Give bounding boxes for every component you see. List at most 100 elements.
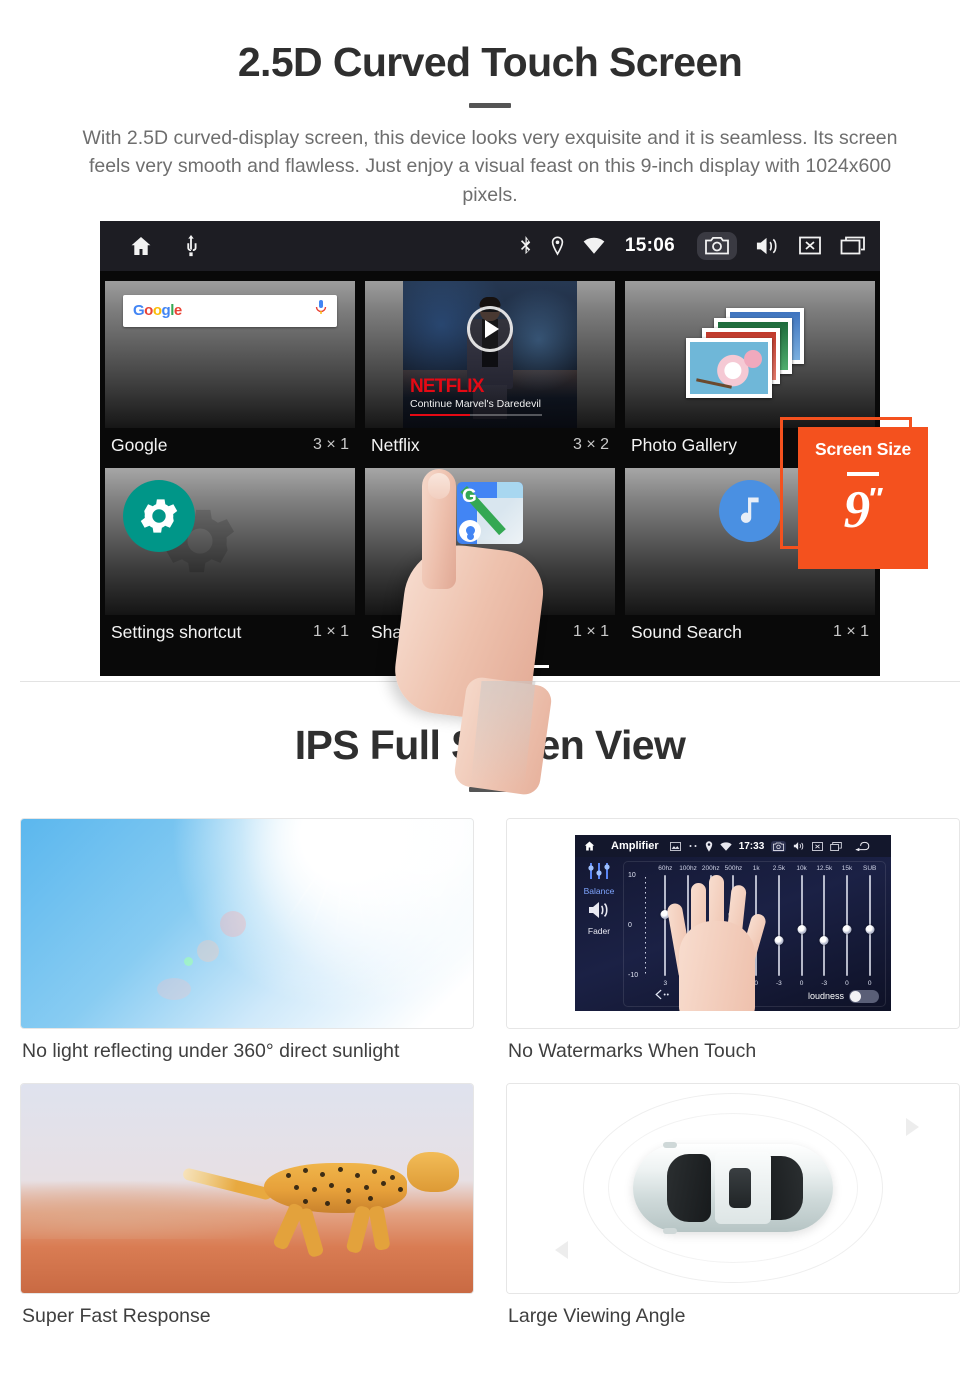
sliders-icon[interactable] — [575, 862, 623, 885]
scale-bottom: -10 — [628, 972, 639, 980]
widget-size: 1 × 1 — [832, 623, 869, 641]
google-search-box[interactable]: Google — [123, 294, 337, 327]
photo-gallery-widget[interactable] — [625, 280, 875, 428]
section-divider — [20, 680, 960, 682]
amplifier-equalizer-screenshot: Amplifier 17:33 Balance Fader 60hz 100hz… — [506, 817, 960, 1029]
car-top-view-illustration — [506, 1082, 960, 1294]
band-value: 0 — [867, 980, 872, 988]
scale-top: 10 — [628, 872, 636, 880]
widget-name: Sound Search — [631, 621, 742, 642]
bluetooth-icon — [519, 235, 532, 256]
page-indicator[interactable] — [431, 664, 549, 668]
speaker-icon[interactable] — [575, 900, 623, 925]
close-icon[interactable] — [812, 841, 824, 851]
camera-icon[interactable] — [697, 231, 737, 260]
curved-touch-screen-section: 2.5D Curved Touch Screen With 2.5D curve… — [0, 0, 980, 797]
screen-size-unit: ″ — [869, 482, 883, 516]
band-value: 0 — [799, 980, 804, 988]
widget-size: 1 × 1 — [312, 623, 349, 641]
page-subtitle: With 2.5D curved-display screen, this de… — [82, 127, 898, 206]
title-underline — [469, 103, 511, 109]
band-value: -3 — [775, 980, 782, 988]
page-dash-2[interactable] — [475, 664, 505, 668]
section2-title: IPS Full Screen View — [294, 721, 686, 768]
netflix-logo: NETFLIX — [410, 375, 484, 397]
widget-cell-share-location[interactable]: G Share location 1 × 1 — [360, 464, 620, 651]
gallery-icon[interactable] — [669, 842, 681, 851]
photo-stack-icon — [686, 308, 814, 400]
eq-slider-sub[interactable] — [858, 875, 881, 977]
band-label: 12.5k — [816, 865, 833, 873]
close-icon[interactable] — [798, 235, 822, 256]
badge-divider — [847, 471, 879, 476]
eq-slider-15k[interactable] — [836, 875, 859, 977]
fader-label[interactable]: Fader — [575, 926, 623, 936]
widget-grid: Google Google 3 × 1 NETFLIX Continue Mar… — [100, 271, 880, 651]
google-maps-icon[interactable]: G — [457, 481, 523, 544]
netflix-subtitle: Continue Marvel's Daredevil — [410, 397, 541, 410]
eq-slider-12-5k[interactable] — [813, 875, 836, 977]
loudness-toggle[interactable] — [849, 989, 879, 1003]
settings-gear-icon[interactable] — [123, 479, 195, 552]
feature-caption: No Watermarks When Touch — [508, 1039, 757, 1062]
music-note-icon[interactable] — [719, 479, 781, 542]
device-screenshot-wrapper: 15:06 Google Google 3 × 1 NETFLIX Contin… — [0, 220, 980, 797]
home-icon[interactable] — [583, 840, 596, 852]
car-top-view — [633, 1142, 833, 1235]
wifi-icon — [720, 842, 732, 851]
home-icon[interactable] — [128, 234, 154, 258]
widget-cell-settings[interactable]: Settings shortcut 1 × 1 — [100, 464, 360, 651]
amplifier-status-bar: Amplifier 17:33 — [575, 835, 891, 858]
camera-icon[interactable] — [771, 840, 787, 852]
feature-cards-grid: No light reflecting under 360° direct su… — [20, 817, 960, 1344]
location-icon — [550, 236, 565, 256]
widget-name: Netflix — [371, 434, 420, 455]
loudness-control[interactable]: loudness — [808, 989, 879, 1003]
widget-cell-netflix[interactable]: NETFLIX Continue Marvel's Daredevil Netf… — [360, 277, 620, 464]
play-icon[interactable] — [467, 305, 513, 352]
balance-label[interactable]: Balance — [575, 886, 623, 896]
widget-name: Share location — [371, 621, 483, 642]
feature-card-sunlight: No light reflecting under 360° direct su… — [20, 817, 474, 1079]
feature-card-viewing-angle: Large Viewing Angle — [506, 1082, 960, 1344]
widget-cell-google[interactable]: Google Google 3 × 1 — [100, 277, 360, 464]
google-search-widget[interactable]: Google — [105, 280, 355, 428]
status-bar-clock: 15:06 — [624, 234, 675, 256]
google-logo: Google — [133, 302, 182, 320]
page-dash-1[interactable] — [431, 664, 461, 668]
volume-icon[interactable] — [793, 841, 805, 851]
eq-slider-10k[interactable] — [790, 875, 813, 977]
mic-icon[interactable] — [315, 300, 327, 321]
widget-size: 3 × 1 — [312, 436, 349, 454]
band-label: 10k — [796, 865, 807, 873]
widget-label-netflix: Netflix 3 × 2 — [365, 428, 615, 464]
widget-name: Photo Gallery — [631, 434, 738, 455]
widget-label-sound-search: Sound Search 1 × 1 — [625, 615, 875, 651]
back-arrow-icon[interactable] — [854, 841, 870, 852]
feature-caption: Super Fast Response — [22, 1304, 211, 1327]
screen-size-value: 9″ — [843, 480, 884, 539]
recents-icon[interactable] — [830, 841, 842, 851]
sunlight-sky-photo — [20, 817, 474, 1029]
page-dash-3[interactable] — [519, 664, 549, 668]
recents-icon[interactable] — [840, 235, 866, 256]
feature-card-watermarks: Amplifier 17:33 Balance Fader 60hz 100hz… — [506, 817, 960, 1079]
amplifier-clock: 17:33 — [738, 840, 765, 852]
cheetah-illustration — [181, 1142, 460, 1259]
more-icon[interactable] — [688, 844, 698, 848]
eq-slider-2-5k[interactable] — [768, 875, 791, 977]
volume-icon[interactable] — [755, 235, 780, 257]
settings-shortcut-widget[interactable] — [105, 467, 355, 615]
equalizer-scale: 10 0 -10 — [628, 872, 654, 980]
wifi-icon — [583, 237, 605, 255]
widget-label-google: Google 3 × 1 — [105, 428, 355, 464]
preset-prev-icon[interactable] — [654, 987, 670, 1005]
widget-name: Settings shortcut — [111, 621, 242, 642]
amplifier-title: Amplifier — [611, 840, 659, 853]
widget-row-2: Settings shortcut 1 × 1 G Share location… — [100, 464, 880, 651]
feature-caption: No light reflecting under 360° direct su… — [22, 1039, 400, 1062]
share-location-widget[interactable]: G — [365, 467, 615, 615]
ips-full-screen-view-section: IPS Full Screen View No light reflecting… — [0, 682, 980, 1344]
netflix-widget[interactable]: NETFLIX Continue Marvel's Daredevil — [365, 280, 615, 428]
widget-row-1: Google Google 3 × 1 NETFLIX Continue Mar… — [100, 277, 880, 464]
